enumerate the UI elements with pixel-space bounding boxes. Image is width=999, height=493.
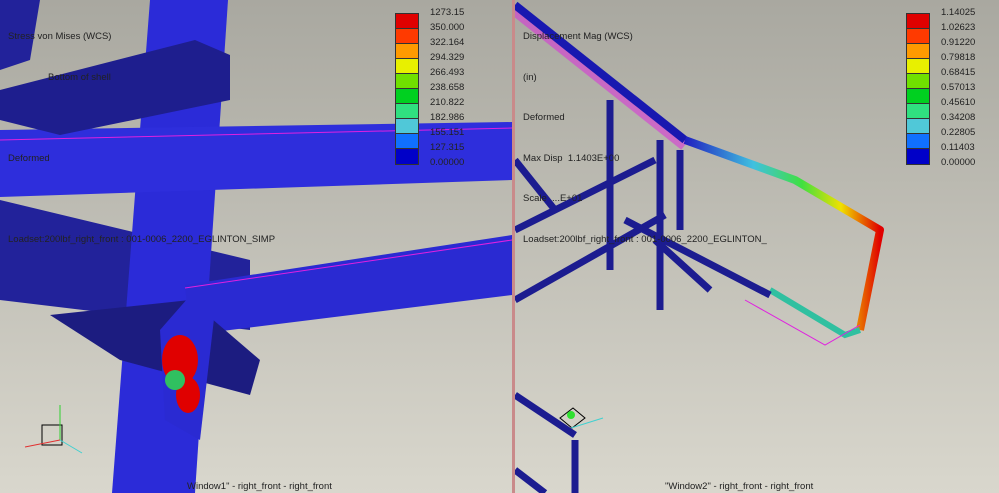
- info-line: Displacement Mag (WCS): [523, 31, 633, 42]
- legend-band: [907, 44, 929, 59]
- legend-band: [396, 119, 418, 134]
- legend-label: 0.91220: [941, 37, 976, 48]
- legend-label: 0.11403: [941, 142, 975, 153]
- legend-band: [396, 149, 418, 164]
- window1-title: Window1" - right_front - right_front: [187, 481, 332, 492]
- info-line: Loadset:200lbf_right_front : 001-0006_22…: [523, 233, 767, 245]
- result-info-window2: Displacement Mag (WCS) (in) Deformed Max…: [523, 3, 767, 273]
- legend-label: 266.493: [430, 67, 465, 78]
- legend-band: [396, 104, 418, 119]
- legend-band: [907, 119, 929, 134]
- legend-band: [396, 89, 418, 104]
- legend-band: [396, 59, 418, 74]
- legend-band: [396, 29, 418, 44]
- legend-label: 350.000: [430, 22, 465, 33]
- legend-label: 238.658: [430, 82, 465, 93]
- legend-label: 155.151: [430, 127, 465, 138]
- axis-triad-icon: [559, 407, 604, 429]
- legend-band: [907, 74, 929, 89]
- legend-label: 0.00000: [941, 157, 976, 168]
- legend-band: [907, 59, 929, 74]
- info-line: [8, 192, 275, 206]
- result-info-window1: Stress von Mises (WCS) Bottom of shell D…: [8, 3, 275, 273]
- legend-band: [907, 14, 929, 29]
- legend-band: [907, 134, 929, 149]
- legend-band: [396, 14, 418, 29]
- legend-label: 0.79818: [941, 52, 976, 63]
- viewport-window2[interactable]: Displacement Mag (WCS) (in) Deformed Max…: [515, 0, 999, 493]
- legend-color-bar: [906, 13, 930, 165]
- info-line: Deformed: [523, 112, 565, 123]
- legend-label: 0.68415: [941, 67, 976, 78]
- info-line: Stress von Mises (WCS): [8, 31, 112, 42]
- window2-title: "Window2" - right_front - right_front: [665, 481, 814, 492]
- legend-band: [396, 44, 418, 59]
- info-line: Deformed: [8, 152, 50, 164]
- legend-band: [907, 149, 929, 164]
- legend-label: 1.14025: [941, 7, 976, 18]
- axis-triad-icon: [24, 405, 83, 454]
- legend-label: 0.22805: [941, 127, 976, 138]
- legend-band: [907, 89, 929, 104]
- legend-label: 182.986: [430, 112, 465, 123]
- legend-label: 0.45610: [941, 97, 976, 108]
- legend-label: 294.329: [430, 52, 465, 63]
- info-line: [8, 111, 275, 125]
- legend-label: 210.822: [430, 97, 465, 108]
- info-line: (in): [523, 71, 537, 83]
- legend-band: [396, 134, 418, 149]
- legend-label: 127.315: [430, 142, 465, 153]
- legend-label: 0.57013: [941, 82, 976, 93]
- legend-label: 1.02623: [941, 22, 976, 33]
- info-line: Max Disp 1.1403E+00: [523, 152, 620, 164]
- legend-band: [907, 104, 929, 119]
- legend-label: 1273.15: [430, 7, 465, 18]
- info-line: Loadset:200lbf_right_front : 001-0006_22…: [8, 233, 276, 245]
- legend-band: [907, 29, 929, 44]
- legend-color-bar: [395, 13, 419, 165]
- legend-label: 0.34208: [941, 112, 976, 123]
- info-line: Bottom of shell: [48, 71, 111, 83]
- legend-band: [396, 74, 418, 89]
- legend-label: 0.00000: [430, 157, 465, 168]
- info-line: Scale ...E+01: [523, 193, 583, 204]
- legend-label: 322.164: [430, 37, 465, 48]
- viewport-window1[interactable]: Stress von Mises (WCS) Bottom of shell D…: [0, 0, 512, 493]
